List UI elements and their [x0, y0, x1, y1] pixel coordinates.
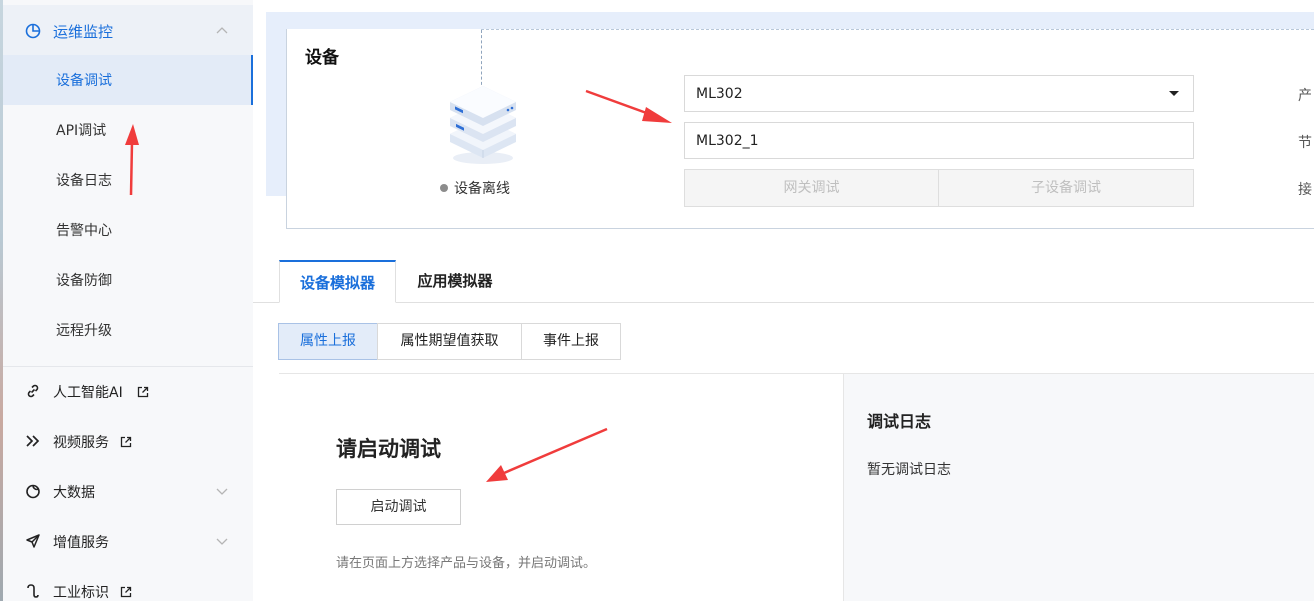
- product-select[interactable]: ML302: [684, 75, 1194, 112]
- gateway-debug-button[interactable]: 网关调试: [684, 169, 939, 207]
- sidebar-group-label: 人工智能AI: [53, 385, 123, 401]
- start-debug-hint: 请在页面上方选择产品与设备，并启动调试。: [336, 556, 597, 571]
- device-status: 设备离线: [440, 178, 510, 198]
- sidebar-group-label: 视频服务: [53, 435, 109, 451]
- device-card-title: 设备: [305, 48, 339, 68]
- server-device-icon: [450, 86, 516, 164]
- sidebar-item-label: 远程升级: [56, 323, 112, 339]
- caret-down-icon: [1169, 91, 1179, 96]
- external-link-icon: [120, 586, 132, 598]
- debug-log-empty: 暂无调试日志: [867, 462, 951, 478]
- chevron-down-icon[interactable]: [216, 538, 228, 546]
- sidebar-group-label: 增值服务: [53, 535, 109, 551]
- device-status-text: 设备离线: [454, 181, 510, 197]
- external-link-icon: [120, 436, 132, 448]
- subtab-property-report[interactable]: 属性上报: [278, 323, 378, 360]
- chevron-up-icon[interactable]: [216, 26, 228, 34]
- dashed-connector: [481, 30, 482, 90]
- link-icon: [27, 384, 39, 398]
- chevron-down-icon[interactable]: [216, 488, 228, 496]
- moon-icon: [26, 484, 40, 499]
- sidebar-item-device-log[interactable]: 设备日志: [3, 155, 253, 205]
- sidebar-group-label: 大数据: [53, 485, 95, 501]
- sidebar-section-ops-monitoring[interactable]: 运维监控: [3, 5, 253, 55]
- sidebar-item-device-debug[interactable]: 设备调试: [3, 55, 253, 105]
- sidebar: 运维监控 设备调试 API调试 设备日志 告警中心 设备防御 远程升级 人工智能…: [3, 0, 253, 601]
- sidebar-item-label: 告警中心: [56, 223, 112, 239]
- sidebar-section-label: 运维监控: [53, 23, 114, 41]
- product-select-value: ML302: [696, 86, 743, 102]
- debug-log-title: 调试日志: [867, 412, 932, 431]
- start-debug-title: 请启动调试: [336, 437, 441, 461]
- offline-dot-icon: [440, 184, 448, 192]
- tab-app-simulator[interactable]: 应用模拟器: [396, 260, 514, 303]
- sidebar-item-label: 设备调试: [56, 73, 112, 89]
- sidebar-group-bigdata[interactable]: 大数据: [3, 467, 253, 517]
- external-link-icon: [137, 386, 149, 398]
- play-forward-icon: [26, 435, 40, 447]
- pie-chart-icon: [25, 23, 41, 39]
- product-info-label: 产: [1298, 88, 1312, 104]
- sidebar-item-alarm-center[interactable]: 告警中心: [3, 205, 253, 255]
- sidebar-group-label: 工业标识: [53, 585, 109, 601]
- send-icon: [26, 534, 40, 548]
- hook-icon: [27, 584, 39, 598]
- dashed-line: [481, 29, 1314, 30]
- access-info-label: 接: [1298, 182, 1312, 198]
- sidebar-item-api-debug[interactable]: API调试: [3, 105, 253, 155]
- subtab-property-desired-get[interactable]: 属性期望值获取: [377, 323, 522, 360]
- start-debug-button[interactable]: 启动调试: [336, 489, 461, 525]
- sidebar-item-device-defense[interactable]: 设备防御: [3, 255, 253, 305]
- sidebar-group-ai[interactable]: 人工智能AI: [3, 367, 253, 417]
- node-info-label: 节: [1298, 135, 1312, 151]
- subdevice-debug-button[interactable]: 子设备调试: [938, 169, 1194, 207]
- sidebar-item-label: API调试: [56, 123, 107, 139]
- sidebar-item-label: 设备日志: [56, 173, 112, 189]
- sidebar-group-value-added[interactable]: 增值服务: [3, 517, 253, 567]
- sidebar-item-label: 设备防御: [56, 273, 112, 289]
- sidebar-item-remote-upgrade[interactable]: 远程升级: [3, 305, 253, 355]
- device-input[interactable]: [684, 122, 1194, 159]
- subtab-event-report[interactable]: 事件上报: [521, 323, 621, 360]
- tab-device-simulator[interactable]: 设备模拟器: [279, 260, 396, 303]
- sidebar-group-industrial-id[interactable]: 工业标识: [3, 567, 253, 601]
- sidebar-group-video[interactable]: 视频服务: [3, 417, 253, 467]
